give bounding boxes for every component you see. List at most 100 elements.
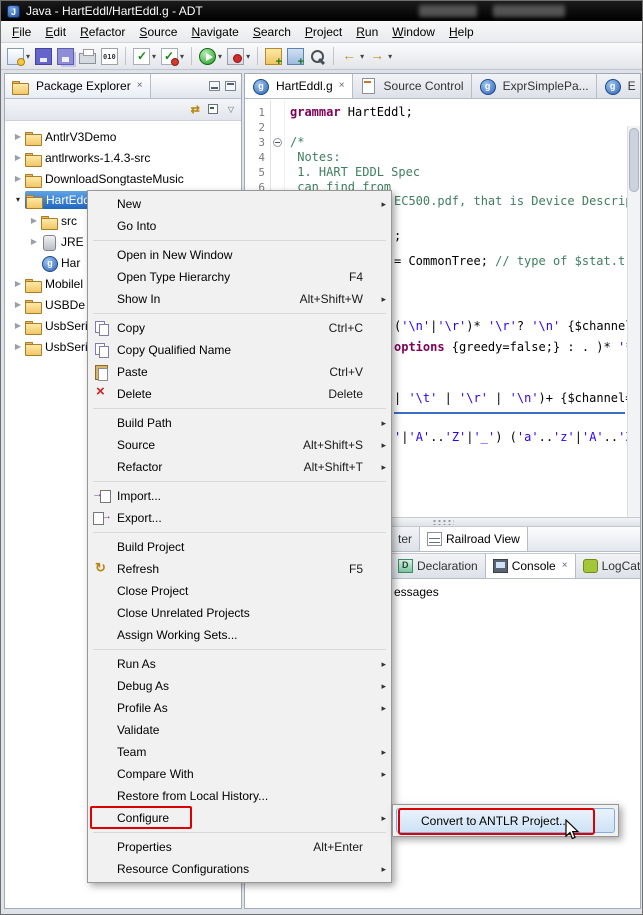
menu-item-source[interactable]: Source Alt+Shift+S (90, 434, 389, 456)
menu-item-properties[interactable]: Properties Alt+Enter (90, 836, 389, 858)
minimize-icon[interactable] (209, 81, 220, 91)
menu-item-paste[interactable]: Paste Ctrl+V (90, 361, 389, 383)
expand-arrow-icon[interactable]: ▶ (11, 300, 25, 309)
tree-item-antlrv3demo[interactable]: ▶ AntlrV3Demo (5, 126, 241, 147)
dropdown-caret-icon[interactable]: ▾ (152, 52, 156, 61)
tab-console[interactable]: Console (485, 554, 576, 578)
new-class-button[interactable] (285, 45, 306, 68)
menu-item-open-in-new-window[interactable]: Open in New Window (90, 244, 389, 266)
menu-item-close-project[interactable]: Close Project (90, 580, 389, 602)
tab-exprsimplepa[interactable]: ExprSimplePa... (471, 74, 597, 98)
print-button[interactable] (77, 45, 98, 67)
expand-arrow-icon[interactable]: ▶ (11, 132, 25, 141)
menu-item-open-type-hierarchy[interactable]: Open Type Hierarchy F4 (90, 266, 389, 288)
menu-item-show-in[interactable]: Show In Alt+Shift+W (90, 288, 389, 310)
expand-arrow-icon[interactable]: ▶ (11, 174, 25, 183)
dropdown-caret-icon[interactable]: ▾ (360, 52, 364, 61)
menu-item-go-into[interactable]: Go Into (90, 215, 389, 237)
expand-arrow-icon[interactable]: ▶ (11, 153, 25, 162)
fold-collapse-icon[interactable] (273, 138, 282, 147)
menu-item-profile-as[interactable]: Profile As (90, 697, 389, 719)
checked-run-button[interactable]: ▾ (131, 45, 158, 67)
new-package-button[interactable] (263, 45, 284, 68)
menu-item-delete[interactable]: Delete Delete (90, 383, 389, 405)
menu-item-configure[interactable]: Configure (90, 806, 389, 829)
menu-item-build-path[interactable]: Build Path (90, 412, 389, 434)
menu-item-refresh[interactable]: Refresh F5 (90, 558, 389, 580)
tab-declaration[interactable]: Declaration (391, 554, 486, 578)
maximize-icon[interactable] (225, 81, 236, 91)
menu-search[interactable]: Search (246, 22, 298, 42)
expand-arrow-icon[interactable]: ▶ (27, 216, 41, 225)
close-icon[interactable] (337, 81, 345, 91)
menu-item-compare-with[interactable]: Compare With (90, 763, 389, 785)
forward-history-button[interactable]: ▾ (367, 45, 394, 67)
menu-item-copy[interactable]: Copy Ctrl+C (90, 317, 389, 339)
link-with-editor-icon[interactable]: ⇄ (191, 103, 200, 116)
run-button[interactable]: ▾ (197, 45, 224, 67)
tab-interpreter-partial[interactable]: ter (391, 527, 421, 551)
run-configuration-button[interactable]: ▾ (225, 45, 252, 67)
menu-item-debug-as[interactable]: Debug As (90, 675, 389, 697)
tree-item-antlrworks[interactable]: ▶ antlrworks-1.4.3-src (5, 147, 241, 168)
tab-source-control[interactable]: Source Control (352, 74, 472, 98)
search-button[interactable] (307, 45, 328, 67)
dropdown-caret-icon[interactable]: ▾ (388, 52, 392, 61)
splitter-grip-icon[interactable] (431, 519, 454, 525)
menu-item-close-unrelated-projects[interactable]: Close Unrelated Projects (90, 602, 389, 624)
tree-item-downloadsongtastemusic[interactable]: ▶ DownloadSongtasteMusic (5, 168, 241, 189)
save-icon (35, 47, 53, 65)
dropdown-caret-icon[interactable]: ▾ (180, 52, 184, 61)
menu-item-new[interactable]: New (90, 193, 389, 215)
menu-item-assign-working-sets[interactable]: Assign Working Sets... (90, 624, 389, 646)
tab-logcat[interactable]: LogCat (575, 554, 640, 578)
dropdown-caret-icon[interactable]: ▾ (246, 52, 250, 61)
menu-item-run-as[interactable]: Run As (90, 653, 389, 675)
menu-run[interactable]: Run (349, 22, 385, 42)
menu-item-label: Build Path (117, 416, 172, 430)
icon-slot (92, 604, 112, 622)
editor-scrollbar[interactable] (627, 126, 640, 517)
menu-item-copy-qualified-name[interactable]: Copy Qualified Name (90, 339, 389, 361)
dropdown-caret-icon[interactable]: ▾ (218, 52, 222, 61)
scrollbar-thumb[interactable] (629, 128, 639, 192)
expand-arrow-icon[interactable]: ▶ (11, 279, 25, 288)
menu-source[interactable]: Source (132, 22, 184, 42)
menu-item-restore-from-local-history[interactable]: Restore from Local History... (90, 785, 389, 807)
menu-item-validate[interactable]: Validate (90, 719, 389, 741)
tab-e-partial[interactable]: E (596, 74, 640, 98)
tab-railroad-view[interactable]: Railroad View (420, 527, 528, 551)
menu-item-refactor[interactable]: Refactor Alt+Shift+T (90, 456, 389, 478)
view-menu-icon[interactable]: ▽ (228, 105, 234, 114)
close-icon[interactable] (135, 81, 143, 91)
tab-harteddl-g[interactable]: HartEddl.g (245, 74, 353, 98)
checked-build-button[interactable]: ▾ (159, 45, 186, 67)
menu-window[interactable]: Window (385, 22, 442, 42)
back-history-button[interactable]: ▾ (339, 45, 366, 67)
save-button[interactable] (33, 45, 54, 67)
save-all-button[interactable] (55, 45, 76, 67)
menu-item-export[interactable]: Export... (90, 507, 389, 529)
new-wizard-button[interactable]: ▾ (5, 45, 32, 67)
titlebar[interactable]: J Java - HartEddl/HartEddl.g - ADT (1, 1, 642, 21)
menu-refactor[interactable]: Refactor (73, 22, 132, 42)
collapse-all-icon[interactable] (207, 103, 220, 116)
menu-help[interactable]: Help (442, 22, 481, 42)
menu-navigate[interactable]: Navigate (184, 22, 245, 42)
menu-item-resource-configurations[interactable]: Resource Configurations (90, 858, 389, 880)
menu-edit[interactable]: Edit (38, 22, 73, 42)
collapse-arrow-icon[interactable]: ▾ (11, 195, 25, 204)
binary-button[interactable] (99, 45, 120, 67)
menu-item-convert-to-antlr-project[interactable]: Convert to ANTLR Project... (396, 808, 615, 833)
close-icon[interactable] (560, 561, 568, 571)
tab-package-explorer[interactable]: Package Explorer (5, 74, 151, 98)
menu-file[interactable]: File (5, 22, 38, 42)
menu-item-build-project[interactable]: Build Project (90, 536, 389, 558)
expand-arrow-icon[interactable]: ▶ (27, 237, 41, 246)
menu-item-import[interactable]: Import... (90, 485, 389, 507)
menu-item-team[interactable]: Team (90, 741, 389, 763)
dropdown-caret-icon[interactable]: ▾ (26, 52, 30, 61)
menu-project[interactable]: Project (298, 22, 349, 42)
expand-arrow-icon[interactable]: ▶ (11, 321, 25, 330)
expand-arrow-icon[interactable]: ▶ (11, 342, 25, 351)
